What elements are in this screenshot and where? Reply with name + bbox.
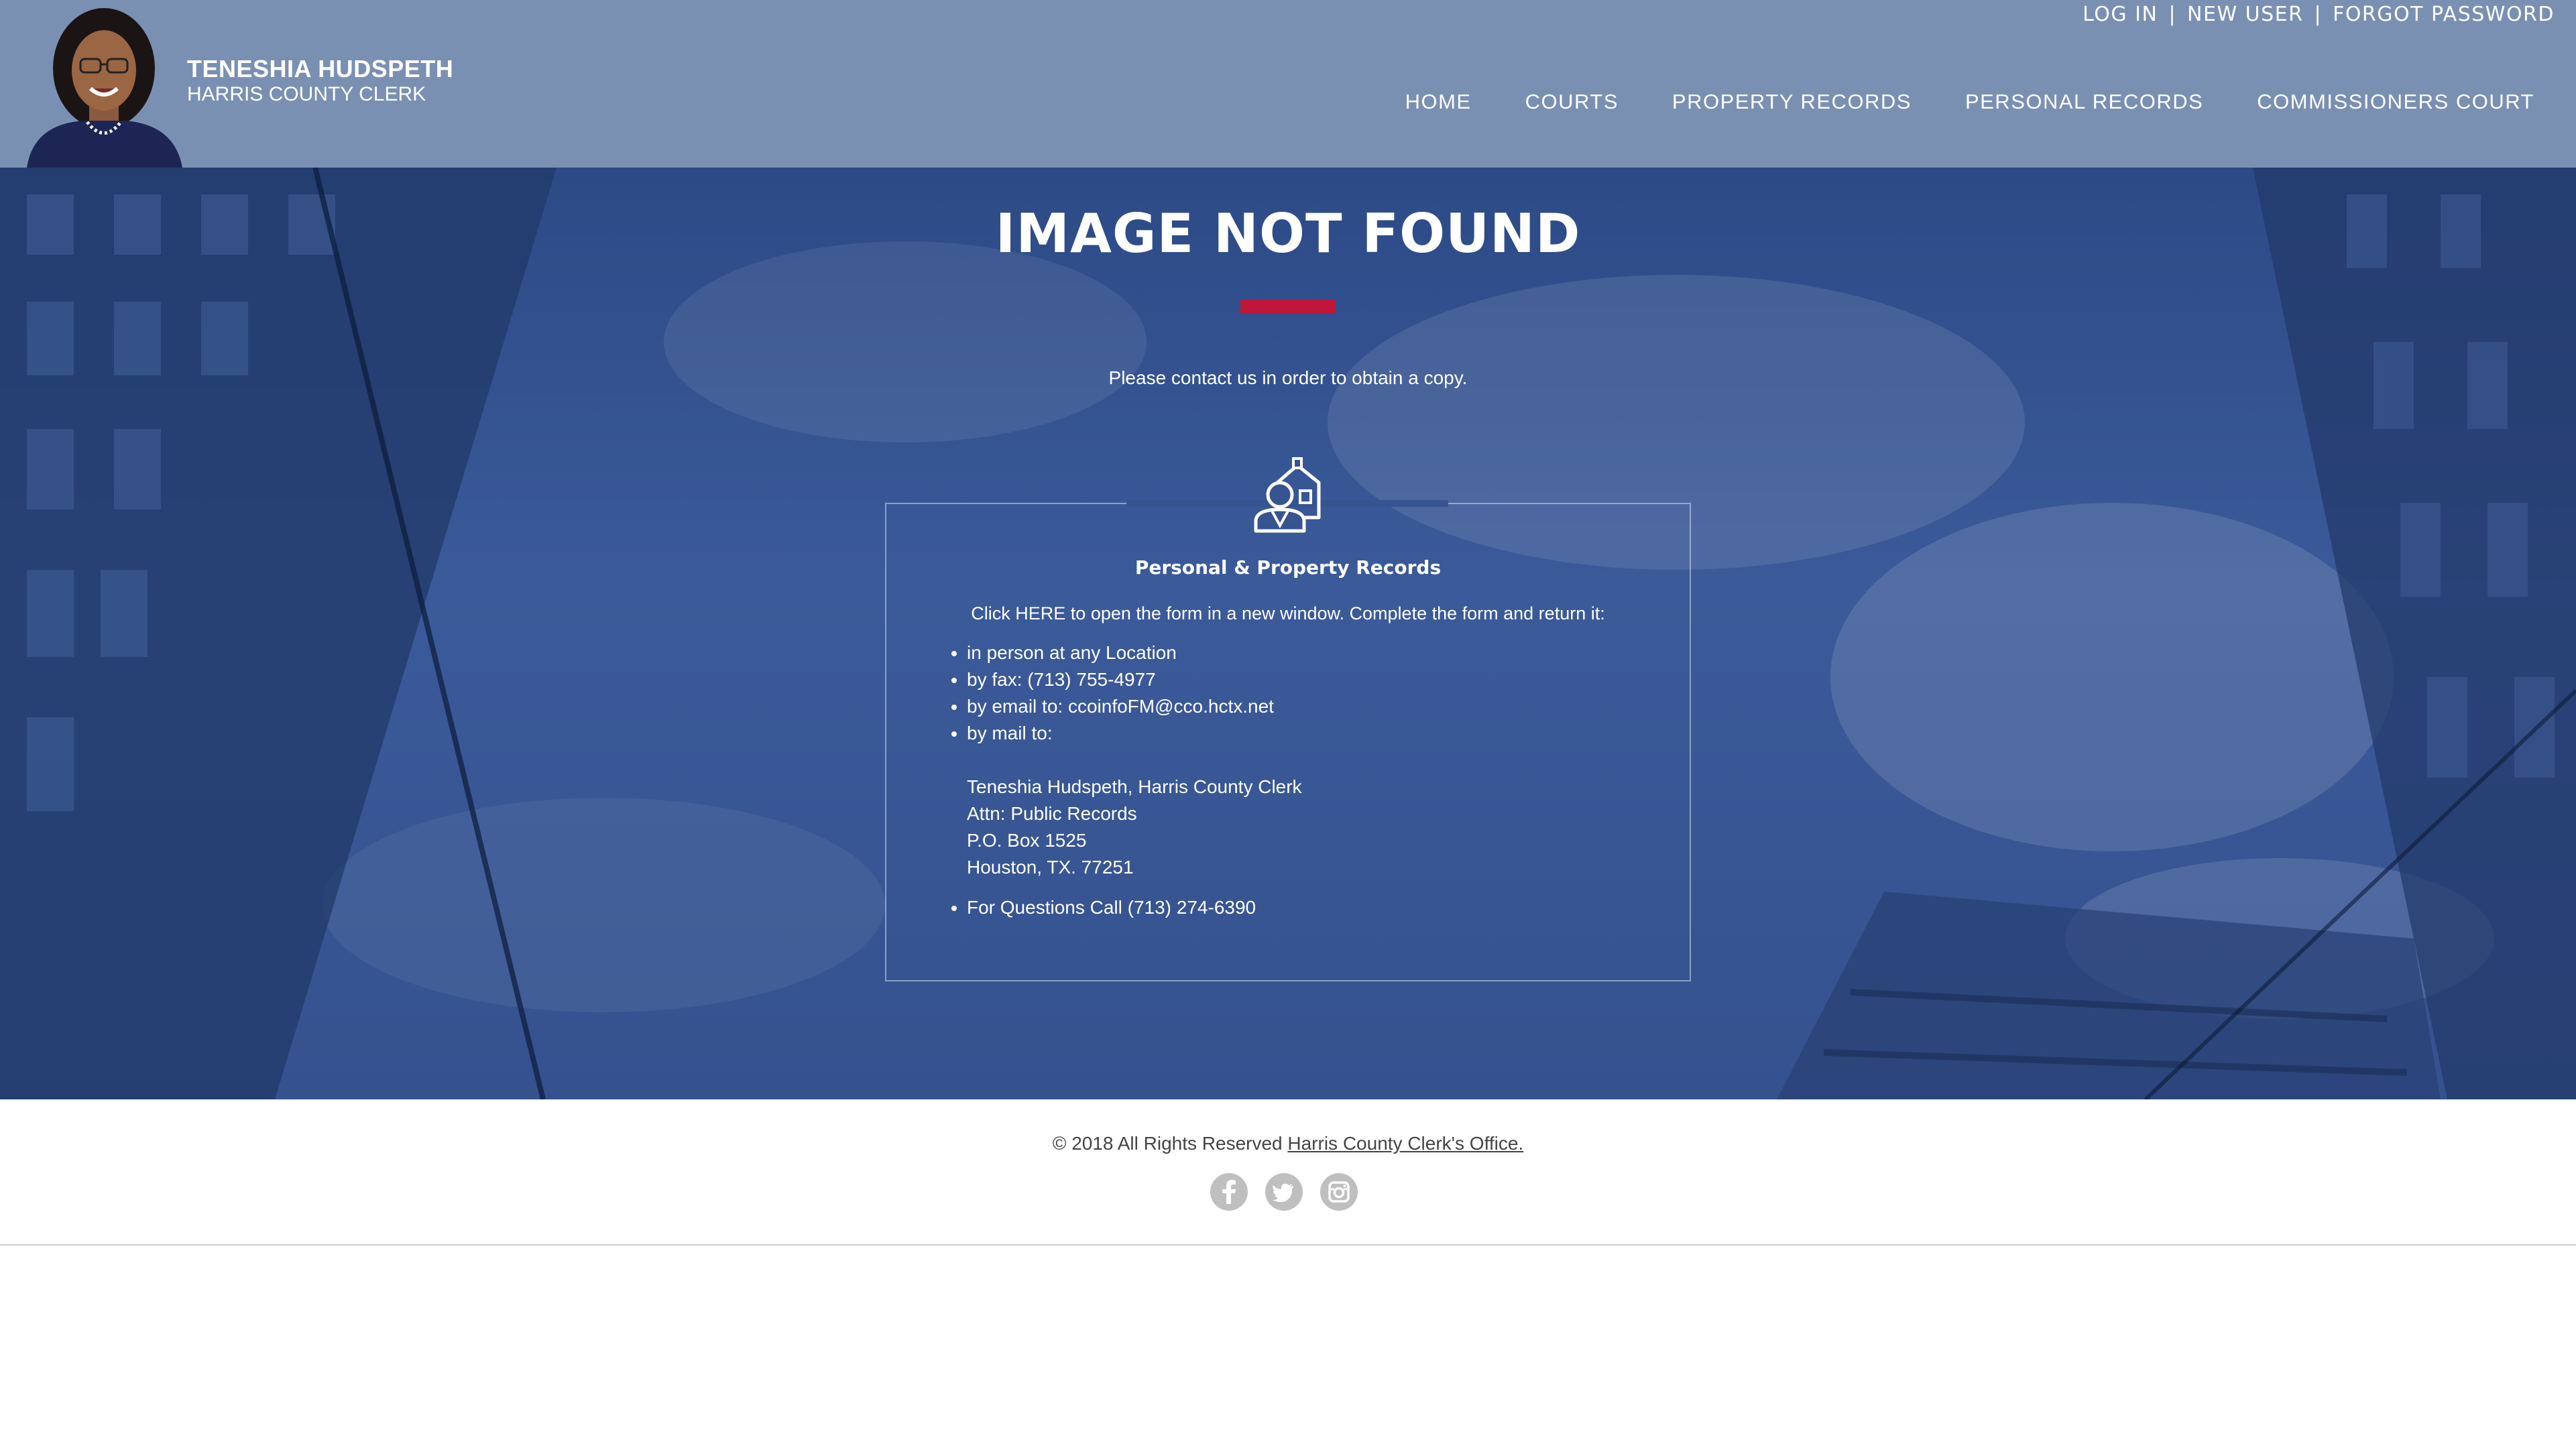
site-footer: © 2018 All Rights Reserved Harris County… (0, 1099, 2576, 1246)
nav-personal-records[interactable]: PERSONAL RECORDS (1965, 90, 2203, 114)
hero-section: IMAGE NOT FOUND Please contact us in ord… (0, 168, 2576, 1099)
address-line: Houston, TX. 77251 (967, 857, 1134, 878)
facebook-icon[interactable] (1210, 1173, 1248, 1211)
link-separator: | (2314, 3, 2323, 26)
return-methods-list: in person at any Location by fax: (713) … (947, 640, 1302, 921)
house-person-icon (1254, 457, 1321, 533)
site-header: TENESHIA HUDSPETH HARRIS COUNTY CLERK LO… (0, 0, 2576, 168)
clerk-title: HARRIS COUNTY CLERK (187, 83, 426, 105)
social-links (1210, 1173, 1358, 1211)
mailing-address: Teneshia Hudspeth, Harris County Clerk A… (967, 774, 1302, 881)
mail-label: by mail to: (967, 723, 1053, 743)
login-link[interactable]: LOG IN (2083, 3, 2158, 26)
box-title: Personal & Property Records (1134, 556, 1442, 579)
page-title: IMAGE NOT FOUND (995, 202, 1581, 265)
main-nav: HOME COURTS PROPERTY RECORDS PERSONAL RE… (1405, 90, 2534, 114)
copyright-text: © 2018 All Rights Reserved (1052, 1133, 1283, 1154)
nav-commissioners-court[interactable]: COMMISSIONERS COURT (2257, 90, 2534, 114)
list-item: by fax: (713) 755-4977 (967, 666, 1302, 693)
list-item: by email to: ccoinfoFM@cco.hctx.net (967, 693, 1302, 720)
nav-home[interactable]: HOME (1405, 90, 1472, 114)
nav-property-records[interactable]: PROPERTY RECORDS (1672, 90, 1912, 114)
clerk-portrait (20, 7, 188, 168)
title-underline (1240, 300, 1335, 314)
copyright: © 2018 All Rights Reserved Harris County… (0, 1133, 2576, 1154)
intro-text: Please contact us in order to obtain a c… (1108, 367, 1468, 388)
list-item: For Questions Call (713) 274-6390 (967, 894, 1302, 921)
new-user-link[interactable]: NEW USER (2187, 3, 2303, 26)
account-links: LOG IN | NEW USER | FORGOT PASSWORD (2083, 3, 2555, 26)
address-line: Attn: Public Records (967, 803, 1137, 824)
list-item: in person at any Location (967, 640, 1302, 666)
list-item-mail: by mail to: Teneshia Hudspeth, Harris Co… (967, 720, 1302, 881)
clerk-name: TENESHIA HUDSPETH (187, 55, 454, 82)
address-line: P.O. Box 1525 (967, 830, 1087, 851)
forgot-password-link[interactable]: FORGOT PASSWORD (2333, 3, 2555, 26)
link-separator: | (2168, 3, 2177, 26)
address-line: Teneshia Hudspeth, Harris County Clerk (967, 776, 1302, 797)
twitter-icon[interactable] (1265, 1173, 1303, 1211)
instagram-icon[interactable] (1320, 1173, 1358, 1211)
nav-courts[interactable]: COURTS (1525, 90, 1619, 114)
clerk-office-link[interactable]: Harris County Clerk's Office. (1287, 1133, 1523, 1154)
form-instructions[interactable]: Click HERE to open the form in a new win… (0, 603, 2576, 624)
